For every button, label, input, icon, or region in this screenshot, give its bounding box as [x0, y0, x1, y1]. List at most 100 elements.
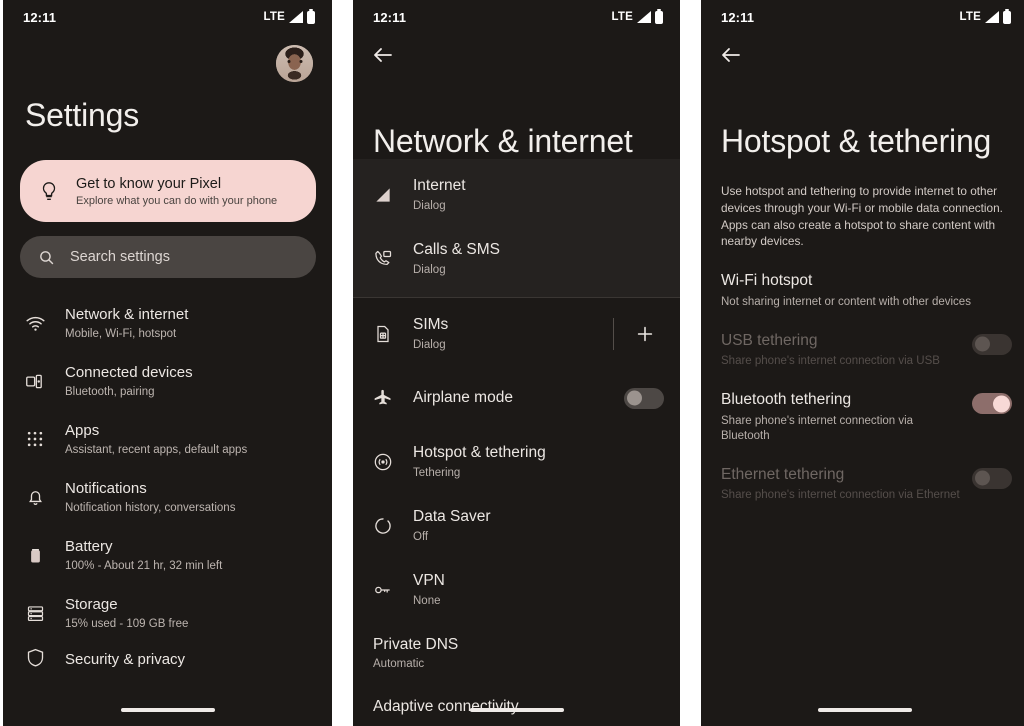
row-text: Battery 100% - About 21 hr, 32 min left [53, 538, 316, 573]
sims-trailing [613, 318, 664, 351]
phone-panel-settings: 12:11 LTE Settings Get to know your Pixe… [3, 0, 332, 726]
row-subtitle: Assistant, recent apps, default apps [65, 443, 248, 456]
home-indicator[interactable] [817, 708, 912, 712]
status-bar-clock: 12:11 [23, 9, 57, 25]
sidebar-item-network-internet[interactable]: Network & internet Mobile, Wi-Fi, hotspo… [3, 294, 332, 352]
bluetooth-tethering-toggle[interactable] [972, 393, 1012, 415]
row-text: Apps Assistant, recent apps, default app… [53, 422, 316, 457]
network-top-group: Internet Dialog Calls & SMS Dialog [353, 159, 680, 299]
status-bar: 12:11 LTE [701, 0, 1024, 34]
airplane-mode-toggle[interactable] [624, 387, 664, 409]
user-avatar[interactable] [276, 44, 313, 82]
home-indicator[interactable] [469, 708, 564, 712]
sidebar-item-connected-devices[interactable]: Connected devices Bluetooth, pairing [3, 352, 332, 410]
bell-icon [25, 487, 53, 508]
data-saver-icon [373, 516, 399, 536]
status-bar-clock: 12:11 [373, 9, 407, 25]
connected-devices-icon [25, 371, 53, 392]
row-data-saver[interactable]: Data Saver Off [353, 494, 680, 558]
bluetooth-tethering-row[interactable]: Bluetooth tethering Share phone's intern… [701, 369, 1024, 443]
usb-tethering-title: USB tethering [721, 331, 818, 349]
row-text: Storage 15% used - 109 GB free [53, 596, 316, 631]
row-text: Notifications Notification history, conv… [53, 480, 316, 515]
row-text: VPN None [399, 572, 664, 608]
signal-bars-icon [985, 11, 999, 23]
phone-panel-network-internet: 12:11 LTE Network & internet Internet Di… [353, 0, 680, 726]
usb-tethering-subtitle: Share phone's internet connection via US… [721, 355, 940, 368]
row-subtitle: Automatic [373, 657, 425, 670]
hotspot-description: Use hotspot and tethering to provide int… [721, 184, 1003, 249]
status-bar: 12:11 LTE [3, 0, 332, 34]
pixel-card-text: Get to know your Pixel Explore what you … [76, 175, 277, 208]
row-text: Connected devices Bluetooth, pairing [53, 364, 316, 399]
back-arrow-icon[interactable] [371, 43, 395, 67]
airplane-icon [373, 388, 399, 408]
ethernet-tethering-row[interactable]: Ethernet tethering Share phone's interne… [701, 444, 1024, 504]
sidebar-item-storage[interactable]: Storage 15% used - 109 GB free [3, 584, 332, 642]
row-airplane-mode[interactable]: Airplane mode [353, 366, 680, 430]
row-internet[interactable]: Internet Dialog [353, 163, 680, 227]
row-title: Battery [65, 537, 113, 555]
network-type-label: LTE [263, 11, 285, 23]
home-indicator[interactable] [120, 708, 215, 712]
get-to-know-pixel-card[interactable]: Get to know your Pixel Explore what you … [20, 160, 316, 223]
row-adaptive-connectivity[interactable]: Adaptive connectivity [353, 684, 680, 726]
row-sims[interactable]: SIMs Dialog [353, 302, 680, 366]
row-text: Airplane mode [399, 389, 624, 408]
battery-full-icon [1003, 10, 1011, 24]
pixel-card-title: Get to know your Pixel [76, 175, 222, 192]
shield-icon [25, 647, 53, 672]
row-subtitle: Notification history, conversations [65, 501, 236, 514]
row-calls-sms[interactable]: Calls & SMS Dialog [353, 227, 680, 291]
row-text: Hotspot & tethering Tethering [399, 444, 664, 480]
network-type-label: LTE [611, 11, 633, 23]
row-subtitle: Off [413, 530, 429, 543]
row-title: Airplane mode [413, 388, 513, 406]
sidebar-item-battery[interactable]: Battery 100% - About 21 hr, 32 min left [3, 526, 332, 584]
avatar-eyes [286, 59, 303, 63]
row-title: Connected devices [65, 363, 193, 381]
ethernet-tethering-title: Ethernet tethering [721, 465, 845, 483]
signal-bars-icon [289, 11, 303, 23]
three-panel-screenshot: 12:11 LTE Settings Get to know your Pixe… [0, 0, 1024, 726]
network-list: SIMs Dialog Airplane mode Hotspot & teth… [353, 302, 680, 726]
row-text: Network & internet Mobile, Wi-Fi, hotspo… [53, 306, 316, 341]
sidebar-item-apps[interactable]: Apps Assistant, recent apps, default app… [3, 410, 332, 468]
hotspot-icon [373, 452, 399, 472]
signal-bars-icon [637, 11, 651, 23]
row-subtitle: 100% - About 21 hr, 32 min left [65, 559, 223, 572]
usb-tethering-row[interactable]: USB tethering Share phone's internet con… [701, 310, 1024, 370]
search-input-placeholder[interactable]: Search settings [70, 249, 170, 265]
wifi-hotspot-title: Wi-Fi hotspot [721, 272, 813, 290]
lightbulb-icon [38, 180, 60, 202]
ethernet-tethering-subtitle: Share phone's internet connection via Et… [721, 489, 960, 502]
search-settings-bar[interactable]: Search settings [20, 236, 316, 279]
row-title: Notifications [65, 479, 147, 497]
row-title: Apps [65, 421, 100, 439]
row-title: VPN [413, 572, 445, 590]
row-title: SIMs [413, 316, 449, 334]
row-title: Private DNS [373, 636, 459, 654]
row-title: Network & internet [65, 305, 189, 323]
back-bar [701, 34, 1024, 76]
row-subtitle: 15% used - 109 GB free [65, 617, 189, 630]
sidebar-item-security-privacy[interactable]: Security & privacy [3, 642, 332, 672]
row-private-dns[interactable]: Private DNS Automatic [353, 622, 680, 684]
ethernet-tethering-toggle [972, 467, 1012, 489]
row-text: Calls & SMS Dialog [399, 241, 664, 277]
bluetooth-tethering-subtitle: Share phone's internet connection via Bl… [721, 414, 914, 442]
row-subtitle: Dialog [413, 199, 446, 212]
row-subtitle: Dialog [413, 338, 446, 351]
wifi-hotspot-section[interactable]: Wi-Fi hotspot Not sharing internet or co… [701, 250, 1024, 310]
row-hotspot-tethering[interactable]: Hotspot & tethering Tethering [353, 430, 680, 494]
sidebar-item-notifications[interactable]: Notifications Notification history, conv… [3, 468, 332, 526]
settings-list: Network & internet Mobile, Wi-Fi, hotspo… [3, 294, 332, 672]
page-title: Network & internet [373, 123, 633, 159]
wifi-icon [25, 313, 53, 334]
add-sim-button[interactable] [632, 321, 658, 347]
back-arrow-icon[interactable] [719, 43, 743, 67]
battery-full-icon [307, 10, 315, 24]
status-bar-icons: LTE [960, 10, 1011, 24]
ethernet-tethering-text: Ethernet tethering Share phone's interne… [721, 466, 962, 504]
row-vpn[interactable]: VPN None [353, 558, 680, 622]
